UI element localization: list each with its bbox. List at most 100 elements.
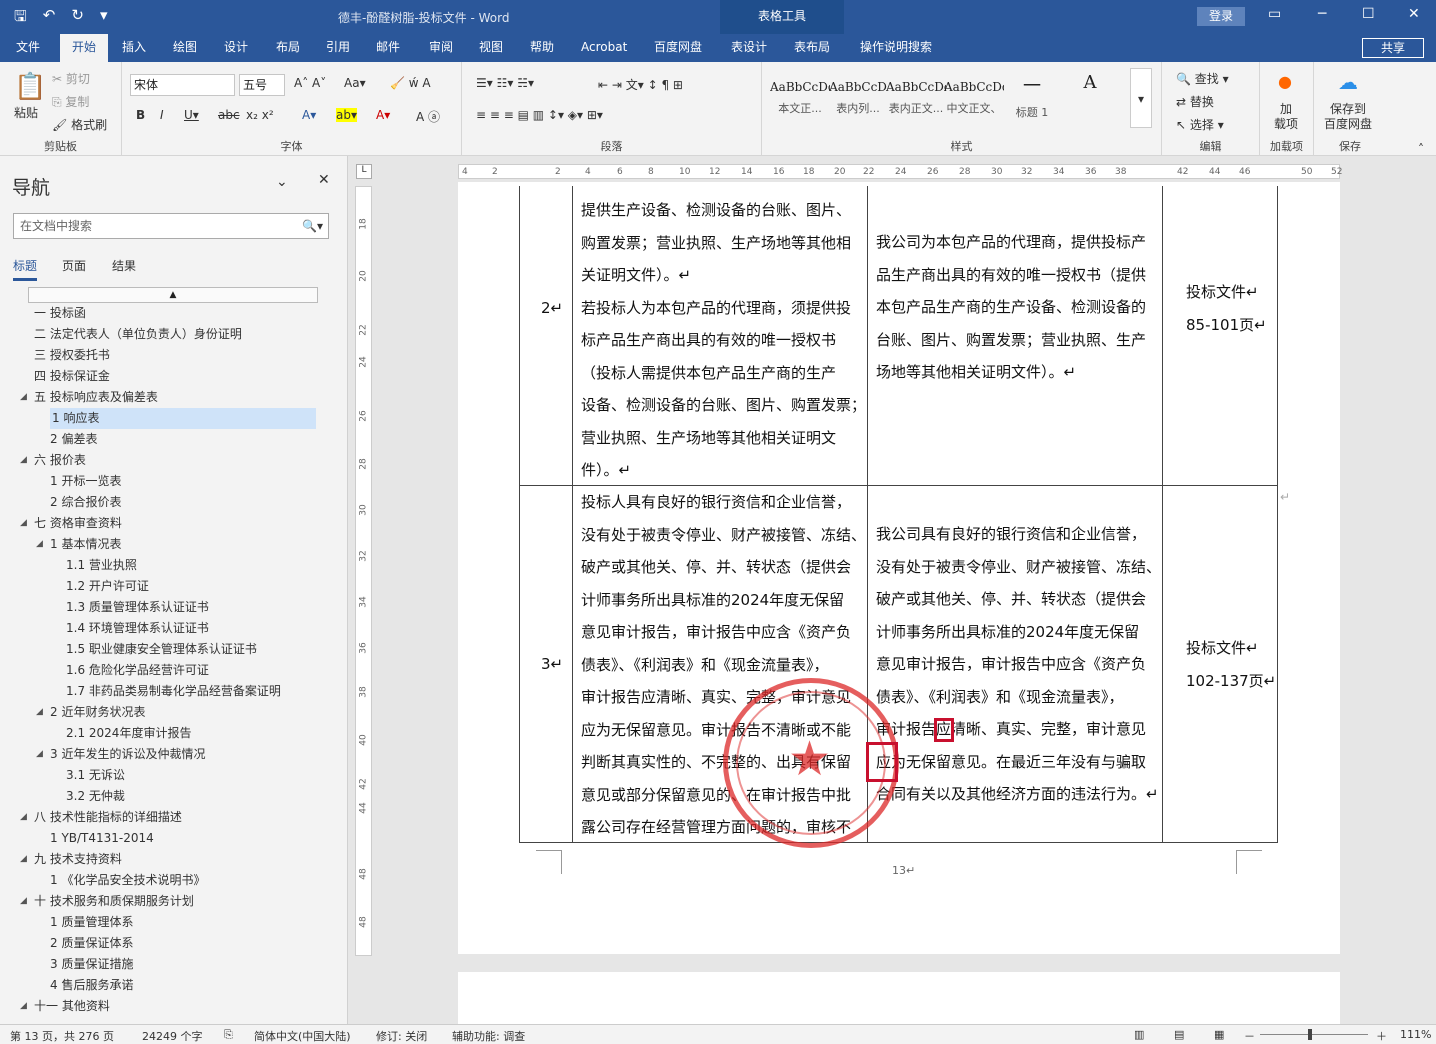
maximize-icon[interactable]: ☐	[1362, 6, 1375, 22]
ribbon-display-icon[interactable]: ▭	[1268, 6, 1281, 22]
proofing-icon[interactable]: ⎘	[224, 1028, 233, 1042]
addins-button[interactable]: 加 载项	[1274, 102, 1298, 132]
nav-heading-item[interactable]: 1.4 环境管理体系认证证书	[0, 618, 347, 639]
expand-arrow-icon[interactable]: ◢	[36, 702, 43, 723]
collapse-ribbon-icon[interactable]: ˄	[1418, 142, 1424, 156]
tab-9[interactable]: 视图	[479, 34, 503, 62]
zoom-level[interactable]: 111%	[1400, 1028, 1431, 1041]
nav-heading-item[interactable]: 1 YB/T4131-2014	[0, 828, 347, 849]
nav-heading-item[interactable]: 1 《化学品安全技术说明书》	[0, 870, 347, 891]
nav-heading-item[interactable]: 1.7 非药品类易制毒化学品经营备案证明	[0, 681, 347, 702]
nav-heading-item[interactable]: ◢ 六 报价表	[0, 450, 347, 471]
nav-heading-item[interactable]: 1.5 职业健康安全管理体系认证证书	[0, 639, 347, 660]
track-changes-status[interactable]: 修订: 关闭	[376, 1028, 427, 1044]
zoom-in-icon[interactable]: ＋	[1376, 1028, 1387, 1044]
nav-heading-item[interactable]: 2 质量保证体系	[0, 933, 347, 954]
table-cell-response-line[interactable]: 我公司为本包产品的代理商，提供投标产	[876, 226, 1146, 259]
table-cell-response-line[interactable]: 审计报告应清晰、真实、完整，审计意见	[876, 713, 1146, 746]
strikethrough-icon[interactable]: abc	[218, 108, 240, 122]
table-cell-reference-line[interactable]: 102-137页↵	[1186, 665, 1276, 698]
table-cell-reference-line[interactable]: 投标文件↵	[1186, 276, 1259, 309]
tab-selector-icon[interactable]: L	[356, 164, 372, 179]
nav-heading-item[interactable]: 4 售后服务承诺	[0, 975, 347, 996]
tab-6[interactable]: 引用	[326, 34, 350, 62]
table-cell-number[interactable]: 3↵	[541, 648, 563, 681]
table-cell-requirement-line[interactable]: 没有处于被责令停业、财产被接管、冻结、	[581, 519, 866, 552]
expand-arrow-icon[interactable]: ◢	[20, 450, 27, 471]
nav-close-icon[interactable]: ✕	[318, 172, 330, 188]
nav-heading-item[interactable]: 3.2 无仲裁	[0, 786, 347, 807]
nav-heading-item[interactable]: ◢ 1 基本情况表	[0, 534, 347, 555]
tab-3[interactable]: 绘图	[173, 34, 197, 62]
expand-arrow-icon[interactable]: ◢	[20, 891, 27, 912]
undo-icon[interactable]: ↶	[43, 6, 56, 31]
nav-heading-item[interactable]: ◢ 十一 其他资料	[0, 996, 347, 1017]
tab-5[interactable]: 布局	[276, 34, 300, 62]
zoom-out-icon[interactable]: －	[1244, 1028, 1255, 1044]
tab-0[interactable]: 文件	[16, 34, 40, 62]
expand-arrow-icon[interactable]: ◢	[20, 807, 27, 828]
nav-heading-item[interactable]: ◢ 五 投标响应表及偏差表	[0, 387, 347, 408]
table-cell-requirement-line[interactable]: 件）。↵	[581, 454, 631, 487]
table-cell-response-line[interactable]: 场地等其他相关证明文件）。↵	[876, 356, 1076, 389]
table-cell-response-line[interactable]: 合同有关以及其他经济方面的违法行为。↵	[876, 778, 1159, 811]
table-cell-response-line[interactable]: 债表》、《利润表》和《现金流量表》，	[876, 681, 1124, 714]
table-cell-reference-line[interactable]: 85-101页↵	[1186, 309, 1267, 342]
table-cell-response-line[interactable]: 计师事务所出具标准的2024年度无保留	[876, 616, 1139, 649]
table-cell-response-line[interactable]: 台账、图片、购置发票；营业执照、生产	[876, 324, 1146, 357]
tab-11[interactable]: Acrobat	[581, 34, 627, 62]
word-count[interactable]: 24249 个字	[142, 1028, 203, 1044]
table-cell-requirement-line[interactable]: （投标人需提供本包产品生产商的生产	[581, 357, 836, 390]
table-cell-requirement-line[interactable]: 破产或其他关、停、并、转状态（提供会	[581, 551, 851, 584]
grow-font-icon[interactable]: A˄ A˅	[294, 76, 326, 90]
nav-heading-item[interactable]: 二 法定代表人（单位负责人）身份证明	[0, 324, 347, 345]
nav-options-icon[interactable]: ⌄	[276, 174, 288, 190]
align-icons[interactable]: ≡ ≡ ≡ ▤ ▥ ↕▾ ◈▾ ⊞▾	[476, 108, 603, 122]
nav-heading-item[interactable]: 一 投标函	[0, 303, 347, 324]
styles-more-icon[interactable]: ▾	[1130, 68, 1152, 128]
table-cell-response-line[interactable]: 破产或其他关、停、并、转状态（提供会	[876, 583, 1146, 616]
nav-heading-item[interactable]: ◢ 3 近年发生的诉讼及仲裁情况	[0, 744, 347, 765]
font-color-icon[interactable]: A▾	[376, 108, 390, 122]
style-item[interactable]: AaBbCcDd 表内正文...	[886, 68, 946, 120]
bullets-icon[interactable]: ☰▾ ☷▾ ☵▾	[476, 76, 534, 90]
tab-2[interactable]: 插入	[122, 34, 146, 62]
indent-icon[interactable]: ⇤ ⇥ 文▾ ↕ ¶ ⊞	[598, 76, 683, 93]
table-cell-requirement-line[interactable]: 关证明文件）。↵	[581, 259, 691, 292]
table-cell-response-line[interactable]: 没有处于被责令停业、财产被接管、冻结、	[876, 551, 1161, 584]
italic-icon[interactable]: I	[160, 108, 164, 122]
customize-qat-icon[interactable]: ▾	[100, 6, 108, 31]
nav-heading-item[interactable]: 1.2 开户许可证	[0, 576, 347, 597]
copy-button[interactable]: ⎘ 复制	[52, 93, 89, 110]
table-cell-requirement-line[interactable]: 债表》、《利润表》和《现金流量表》，	[581, 649, 829, 682]
table-cell-response-line[interactable]: 品生产商出具的有效的唯一授权书（提供	[876, 259, 1146, 292]
share-button[interactable]: 共享	[1362, 38, 1424, 58]
nav-heading-item[interactable]: 1 响应表	[0, 408, 347, 429]
page-count[interactable]: 第 13 页，共 276 页	[10, 1028, 114, 1044]
close-icon[interactable]: ✕	[1408, 6, 1420, 22]
nav-heading-item[interactable]: 3 质量保证措施	[0, 954, 347, 975]
nav-heading-item[interactable]: 2 偏差表	[0, 429, 347, 450]
table-cell-requirement-line[interactable]: 营业执照、生产场地等其他相关证明文	[581, 422, 836, 455]
nav-heading-item[interactable]: 四 投标保证金	[0, 366, 347, 387]
find-button[interactable]: 🔍 查找 ▾	[1176, 70, 1229, 87]
nav-heading-item[interactable]: ◢ 七 资格审查资料	[0, 513, 347, 534]
vertical-ruler[interactable]: 18 20 22 24 26 28 30 32 34 36 38 40 42 44 48 48	[355, 186, 372, 956]
subscript-icon[interactable]: x₂ x²	[246, 108, 274, 122]
table-cell-response-line[interactable]: 本包产品生产商的生产设备、检测设备的	[876, 291, 1146, 324]
table-cell-requirement-line[interactable]: 设备、检测设备的台账、图片、购置发票；	[581, 389, 866, 422]
select-button[interactable]: ↖ 选择 ▾	[1176, 116, 1224, 133]
expand-arrow-icon[interactable]: ◢	[36, 534, 43, 555]
table-cell-requirement-line[interactable]: 若投标人为本包产品的代理商，须提供投	[581, 292, 851, 325]
replace-button[interactable]: ⇄ 替换	[1176, 93, 1214, 110]
style-item[interactable]: AaBbCcDdI 本文正...	[770, 68, 830, 120]
save-to-baidu-button[interactable]: 保存到 百度网盘	[1324, 102, 1372, 132]
tab-12[interactable]: 百度网盘	[654, 34, 702, 62]
char-shading-icon[interactable]: A ⓐ	[416, 108, 440, 125]
table-cell-response-line[interactable]: 应为无保留意见。在最近三年没有与骗取	[876, 746, 1146, 779]
redo-icon[interactable]: ↻	[71, 6, 84, 31]
tab-8[interactable]: 审阅	[429, 34, 453, 62]
nav-heading-item[interactable]: 3.1 无诉讼	[0, 765, 347, 786]
zoom-slider-thumb[interactable]	[1308, 1029, 1312, 1040]
table-cell-requirement-line[interactable]: 提供生产设备、检测设备的台账、图片、	[581, 194, 851, 227]
